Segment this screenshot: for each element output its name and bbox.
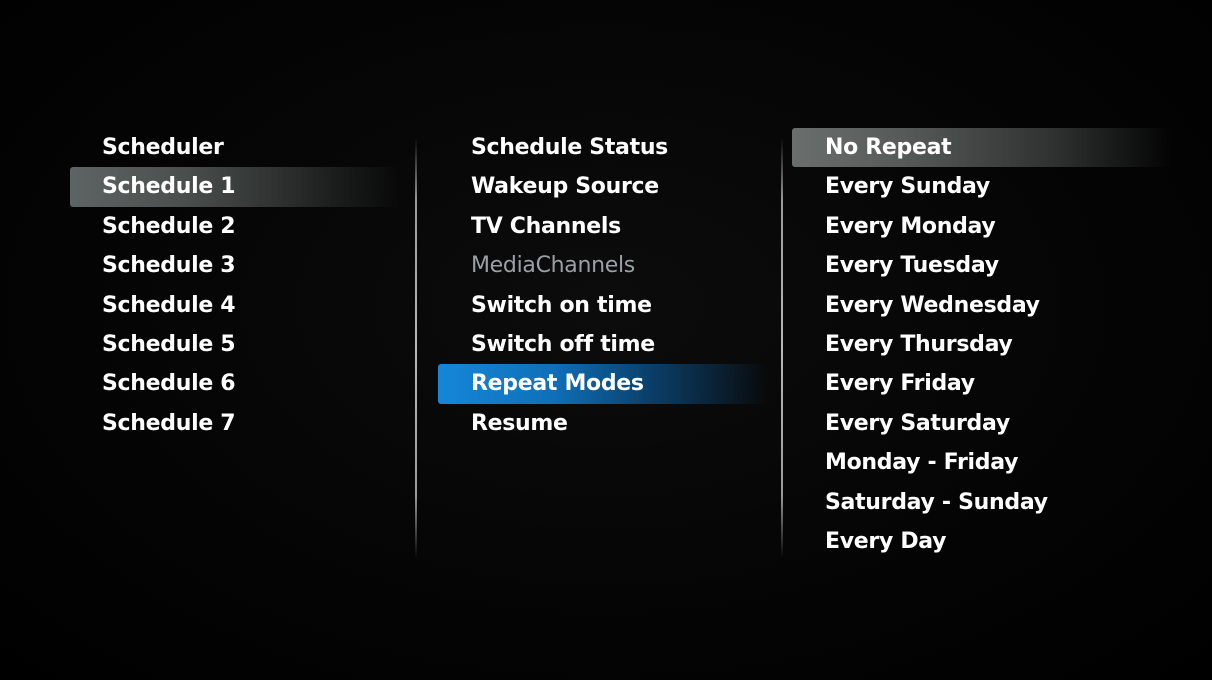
option-every-sunday[interactable]: Every Sunday [792, 167, 1172, 206]
menu-item-schedule-4[interactable]: Schedule 4 [70, 286, 400, 325]
menu-item-schedule-status[interactable]: Schedule Status [438, 128, 768, 167]
menu-item-resume[interactable]: Resume [438, 404, 768, 443]
menu-item-schedule-3[interactable]: Schedule 3 [70, 246, 400, 285]
column-divider [781, 138, 783, 558]
menu-item-schedule-2[interactable]: Schedule 2 [70, 207, 400, 246]
option-every-saturday[interactable]: Every Saturday [792, 404, 1172, 443]
scheduler-menu: Scheduler Schedule 1 Schedule 2 Schedule… [70, 128, 400, 443]
tv-menu-screen: Scheduler Schedule 1 Schedule 2 Schedule… [0, 0, 1212, 680]
menu-item-switch-off-time[interactable]: Switch off time [438, 325, 768, 364]
option-monday-friday[interactable]: Monday - Friday [792, 443, 1172, 482]
menu-item-schedule-7[interactable]: Schedule 7 [70, 404, 400, 443]
menu-item-wakeup-source[interactable]: Wakeup Source [438, 167, 768, 206]
option-every-thursday[interactable]: Every Thursday [792, 325, 1172, 364]
schedule-settings-menu: Schedule Status Wakeup Source TV Channel… [438, 128, 768, 443]
menu-item-media-channels: MediaChannels [471, 253, 635, 279]
scheduler-menu-header[interactable]: Scheduler [70, 128, 400, 167]
column-divider [415, 138, 417, 558]
menu-item-schedule-5[interactable]: Schedule 5 [70, 325, 400, 364]
option-saturday-sunday[interactable]: Saturday - Sunday [792, 483, 1172, 522]
option-every-day[interactable]: Every Day [792, 522, 1172, 561]
option-no-repeat[interactable]: No Repeat [792, 128, 1172, 168]
option-every-monday[interactable]: Every Monday [792, 207, 1172, 246]
menu-item-switch-on-time[interactable]: Switch on time [438, 286, 768, 325]
option-every-wednesday[interactable]: Every Wednesday [792, 286, 1172, 325]
option-every-tuesday[interactable]: Every Tuesday [792, 246, 1172, 285]
menu-item-schedule-1[interactable]: Schedule 1 [70, 167, 400, 207]
menu-item-tv-channels[interactable]: TV Channels [438, 207, 768, 246]
menu-item-repeat-modes[interactable]: Repeat Modes [438, 364, 768, 404]
repeat-modes-menu: No Repeat Every Sunday Every Monday Ever… [792, 128, 1172, 561]
menu-item-schedule-6[interactable]: Schedule 6 [70, 364, 400, 403]
option-every-friday[interactable]: Every Friday [792, 364, 1172, 403]
